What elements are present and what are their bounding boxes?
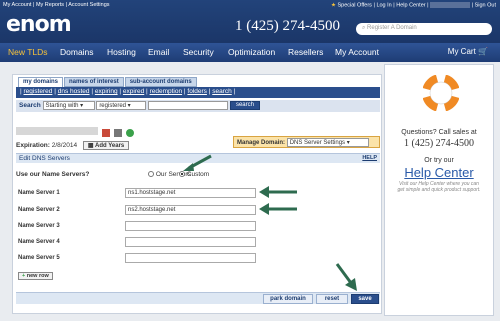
- enom-logo[interactable]: enom: [6, 12, 72, 37]
- ns2-input[interactable]: ns2.hoststage.net: [125, 205, 256, 215]
- arrow-to-save-icon: [335, 263, 357, 291]
- account-settings-link[interactable]: Account Settings: [68, 2, 109, 8]
- new-row-button[interactable]: + new row: [18, 272, 53, 280]
- manage-domain-box: Manage Domain: DNS Server Settings ▾: [233, 136, 380, 148]
- nav-email[interactable]: Email: [148, 47, 169, 57]
- top-links: My Account | My Reports | Account Settin…: [3, 2, 110, 8]
- search-scope-value: registered: [99, 103, 126, 109]
- tab-sub-account-domains[interactable]: sub-account domains: [124, 77, 197, 87]
- calendar-icon: ▦: [87, 143, 94, 149]
- special-offers-link[interactable]: Special Offers: [337, 2, 371, 8]
- cart-icon: 🛒: [478, 47, 488, 56]
- right-links: ★ Special Offers | Log In | Help Center …: [331, 2, 496, 9]
- info-icon[interactable]: [113, 129, 122, 138]
- arrow-to-custom-icon: [183, 154, 212, 171]
- main-nav: New TLDs Domains Hosting Email Security …: [0, 43, 500, 62]
- cart-label: My Cart: [447, 47, 476, 56]
- domain-subnav: | registered | dns hosted | expiring | e…: [16, 87, 380, 98]
- subnav-redemption[interactable]: redemption: [150, 88, 183, 95]
- sidebar-help-center-link[interactable]: Help Center: [385, 165, 493, 180]
- ns3-input[interactable]: [125, 221, 256, 231]
- nav-resellers[interactable]: Resellers: [288, 47, 323, 57]
- manage-domain-value: DNS Server Settings: [289, 140, 346, 146]
- domain-search-row: Search Starting with ▾ registered ▾ sear…: [16, 100, 380, 112]
- sidebar-questions: Questions? Call sales at: [401, 129, 477, 136]
- search-label: Search: [19, 102, 41, 110]
- search-scope-select[interactable]: registered ▾: [96, 101, 147, 110]
- nav-new-tlds[interactable]: New TLDs: [8, 47, 48, 57]
- tab-my-domains[interactable]: my domains: [18, 77, 64, 87]
- save-button[interactable]: save: [351, 294, 379, 304]
- search-icon: ⌕: [362, 25, 366, 31]
- ns4-input[interactable]: [125, 237, 256, 247]
- nav-optimization[interactable]: Optimization: [228, 47, 275, 57]
- new-row-label: new row: [26, 273, 49, 279]
- section-title: Edit DNS Servers: [19, 155, 70, 162]
- main-content: my domains names of interest sub-account d…: [12, 74, 382, 314]
- add-years-button[interactable]: ▦ Add Years: [82, 141, 130, 150]
- subnav-registered[interactable]: registered: [24, 88, 53, 95]
- sidebar-or-try: Or try our: [424, 157, 454, 164]
- park-domain-button[interactable]: park domain: [263, 294, 313, 304]
- radio-our-servers-button[interactable]: [148, 171, 154, 178]
- manage-domain-label: Manage Domain:: [237, 140, 286, 147]
- my-reports-link[interactable]: My Reports: [36, 2, 64, 8]
- help-sidebar: Questions? Call sales at 1 (425) 274-450…: [384, 64, 494, 316]
- reset-button[interactable]: reset: [316, 294, 348, 304]
- subnav-search[interactable]: search: [212, 88, 232, 95]
- arrow-to-ns1-icon: [259, 186, 297, 198]
- ns5-input[interactable]: [125, 253, 256, 263]
- cart-link[interactable]: My Cart 🛒: [448, 47, 488, 56]
- nav-domains[interactable]: Domains: [60, 47, 94, 57]
- my-account-link[interactable]: My Account: [3, 2, 31, 8]
- sidebar-help-desc: Visit our Help Center where you can get …: [397, 181, 481, 193]
- subnav-dns-hosted[interactable]: dns hosted: [58, 88, 90, 95]
- search-text-input[interactable]: [148, 101, 229, 110]
- ns3-label: Name Server 3: [18, 223, 60, 229]
- expiration-label: Expiration:: [16, 142, 50, 149]
- nav-hosting[interactable]: Hosting: [107, 47, 136, 57]
- domain-name-row: [16, 127, 134, 138]
- arrow-to-ns2-icon: [259, 203, 297, 215]
- nav-security[interactable]: Security: [183, 47, 214, 57]
- help-link[interactable]: HELP: [362, 155, 377, 161]
- help-center-link[interactable]: Help Center: [396, 2, 425, 8]
- domain-tabs: my domains names of interest sub-account d…: [18, 77, 198, 87]
- lifebuoy-icon: [423, 75, 459, 111]
- use-name-servers-question: Use our Name Servers?: [16, 171, 90, 178]
- plus-icon: +: [22, 273, 26, 279]
- register-domain-placeholder: Register A Domain: [367, 25, 417, 31]
- lock-icon[interactable]: [101, 129, 110, 138]
- search-mode-select[interactable]: Starting with ▾: [42, 101, 95, 110]
- nav-my-account[interactable]: My Account: [335, 47, 379, 57]
- subnav-expired[interactable]: expired: [123, 88, 144, 95]
- action-bar: park domain reset save: [16, 292, 380, 304]
- logo-text: enom: [6, 12, 72, 37]
- expiration-row: Expiration: 2/8/2014 ▦ Add Years: [16, 141, 130, 150]
- status-icon[interactable]: [125, 129, 134, 138]
- star-icon: ★: [331, 2, 336, 9]
- subnav-expiring[interactable]: expiring: [95, 88, 118, 95]
- search-mode-value: Starting with: [45, 103, 79, 109]
- expiration-date: 2/8/2014: [51, 142, 78, 149]
- top-header: My Account | My Reports | Account Settin…: [0, 0, 500, 43]
- header-phone: 1 (425) 274-4500: [235, 18, 340, 34]
- domain-name-redacted: [16, 127, 98, 135]
- add-years-label: Add Years: [95, 143, 125, 149]
- tab-names-of-interest[interactable]: names of interest: [64, 77, 124, 87]
- manage-domain-select[interactable]: DNS Server Settings ▾: [286, 138, 369, 147]
- register-domain-input[interactable]: ⌕ Register A Domain: [356, 23, 492, 35]
- ns1-input[interactable]: ns1.hoststage.net: [125, 188, 256, 198]
- ns5-label: Name Server 5: [18, 255, 60, 261]
- username-redacted: [430, 2, 471, 8]
- subnav-folders[interactable]: folders: [187, 88, 207, 95]
- log-in-link[interactable]: Log In: [376, 2, 391, 8]
- sign-out-link[interactable]: Sign Out: [475, 2, 496, 8]
- ns4-label: Name Server 4: [18, 239, 60, 245]
- search-button[interactable]: search: [229, 101, 260, 110]
- sidebar-phone: 1 (425) 274-4500: [404, 138, 474, 149]
- ns1-label: Name Server 1: [18, 190, 60, 196]
- ns2-label: Name Server 2: [18, 207, 60, 213]
